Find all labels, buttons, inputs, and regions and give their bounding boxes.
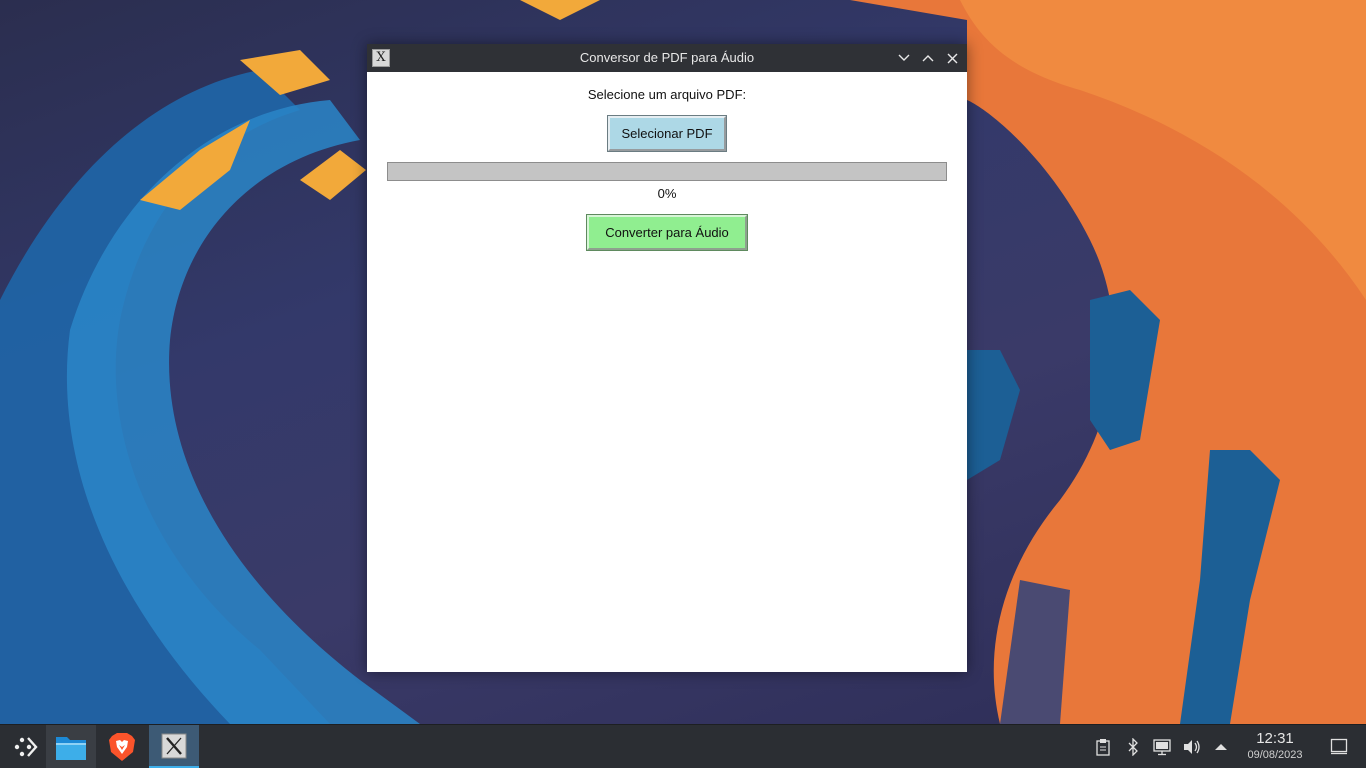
maximize-button[interactable] bbox=[918, 48, 938, 68]
show-desktop-icon bbox=[1330, 738, 1348, 755]
taskbar-brave-browser[interactable] bbox=[97, 725, 147, 768]
progress-bar bbox=[387, 162, 947, 181]
window-titlebar[interactable]: X Conversor de PDF para Áudio bbox=[367, 44, 967, 72]
taskbar-pdf-audio-converter[interactable] bbox=[149, 725, 199, 768]
app-window: X Conversor de PDF para Áudio Selecione … bbox=[367, 44, 967, 672]
taskbar: 12:31 09/08/2023 bbox=[0, 724, 1366, 768]
network-icon bbox=[1153, 739, 1171, 756]
show-desktop-button[interactable] bbox=[1330, 737, 1350, 757]
bluetooth-icon bbox=[1128, 738, 1138, 756]
window-title: Conversor de PDF para Áudio bbox=[579, 50, 755, 65]
convert-to-audio-button[interactable]: Converter para Áudio bbox=[586, 214, 748, 251]
select-pdf-button[interactable]: Selecionar PDF bbox=[607, 115, 727, 152]
volume-icon bbox=[1184, 740, 1200, 754]
expand-tray-icon bbox=[1215, 744, 1227, 750]
select-file-label: Selecione um arquivo PDF: bbox=[587, 87, 747, 102]
clipboard-tray-button[interactable] bbox=[1093, 737, 1113, 757]
volume-tray-button[interactable] bbox=[1182, 737, 1202, 757]
expand-tray-button[interactable] bbox=[1211, 737, 1231, 757]
progress-percentage: 0% bbox=[657, 186, 677, 201]
minimize-button[interactable] bbox=[894, 48, 914, 68]
close-icon bbox=[947, 53, 957, 63]
application-launcher[interactable] bbox=[0, 725, 50, 768]
x-app-icon bbox=[161, 733, 187, 758]
bluetooth-tray-button[interactable] bbox=[1123, 737, 1143, 757]
brave-browser-icon bbox=[109, 733, 135, 761]
chevron-down-icon bbox=[898, 54, 910, 61]
chevron-up-icon bbox=[922, 55, 934, 62]
application-launcher-icon bbox=[14, 737, 38, 757]
clock-date[interactable]: 09/08/2023 bbox=[1234, 749, 1316, 761]
taskbar-file-manager[interactable] bbox=[46, 725, 96, 768]
clock-time[interactable]: 12:31 bbox=[1240, 730, 1310, 747]
close-button[interactable] bbox=[942, 48, 962, 68]
file-manager-icon bbox=[56, 737, 86, 760]
network-tray-button[interactable] bbox=[1152, 737, 1172, 757]
clipboard-icon bbox=[1096, 739, 1110, 756]
window-content: Selecione um arquivo PDF: Selecionar PDF… bbox=[367, 72, 967, 672]
